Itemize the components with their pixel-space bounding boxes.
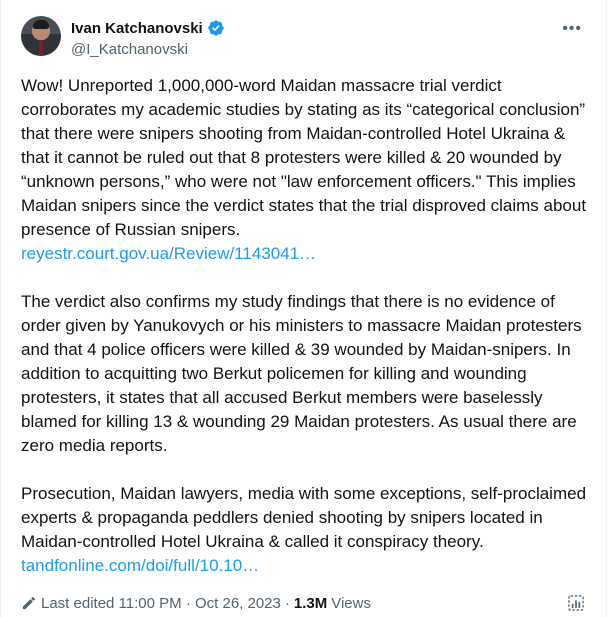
tweet-footer: Last edited 11:00 PM · Oct 26, 2023 · 1.… <box>21 592 586 614</box>
more-options-icon[interactable]: ••• <box>562 20 582 38</box>
paragraph-3-text: Prosecution, Maidan lawyers, media with … <box>21 484 587 551</box>
avatar[interactable] <box>21 16 61 56</box>
paragraph-2-text: The verdict also confirms my study findi… <box>21 292 582 455</box>
tweet-paragraph-1: Wow! Unreported 1,000,000-word Maidan ma… <box>21 74 593 266</box>
paragraph-1-text: Wow! Unreported 1,000,000-word Maidan ma… <box>21 76 587 239</box>
author-name[interactable]: Ivan Katchanovski <box>71 20 203 37</box>
avatar-hair <box>33 20 49 29</box>
footer-separator: · <box>284 594 290 612</box>
tweet-header: Ivan Katchanovski @I_Katchanovski ••• <box>21 16 586 64</box>
edited-timestamp[interactable]: Last edited 11:00 PM · Oct 26, 2023 <box>41 595 281 612</box>
avatar-tie <box>39 42 43 56</box>
name-row: Ivan Katchanovski <box>71 18 225 38</box>
tweet-link-2[interactable]: tandfonline.com/doi/full/10.10… <box>21 554 593 578</box>
tweet-text: Wow! Unreported 1,000,000-word Maidan ma… <box>21 74 593 578</box>
tweet-card: Ivan Katchanovski @I_Katchanovski ••• Wo… <box>0 0 607 617</box>
views-count: 1.3M <box>293 594 328 612</box>
analytics-icon[interactable] <box>566 593 586 613</box>
views-label: Views <box>331 594 371 612</box>
author-handle[interactable]: @I_Katchanovski <box>71 41 225 58</box>
verified-badge-icon <box>208 20 224 36</box>
tweet-paragraph-3: Prosecution, Maidan lawyers, media with … <box>21 482 593 578</box>
tweet-paragraph-2: The verdict also confirms my study findi… <box>21 290 593 458</box>
user-info: Ivan Katchanovski @I_Katchanovski <box>71 18 225 58</box>
tweet-link-1[interactable]: reyestr.court.gov.ua/Review/1143041… <box>21 242 593 266</box>
pencil-icon <box>23 596 36 609</box>
